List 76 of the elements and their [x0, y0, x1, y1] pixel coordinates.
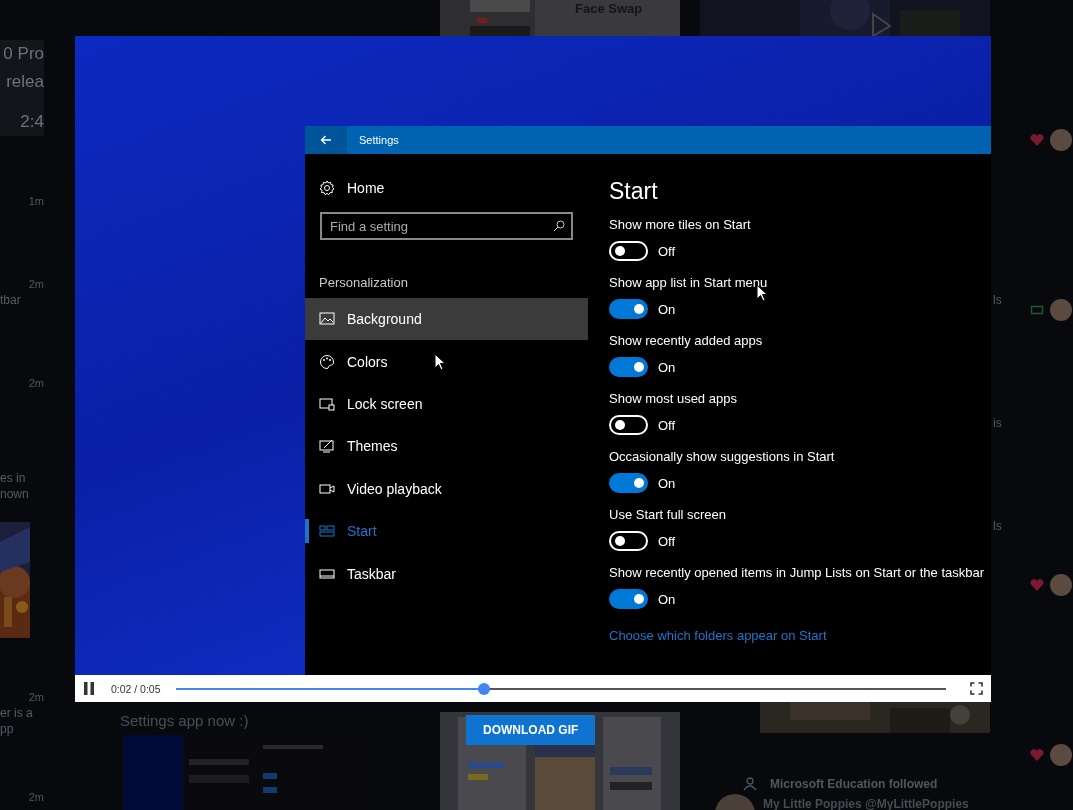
- post-text: Settings app now :): [120, 712, 250, 730]
- toggle-switch[interactable]: [609, 357, 648, 377]
- person-icon: [743, 777, 757, 791]
- setting-label: Occasionally show suggestions in Start: [609, 449, 836, 465]
- search-icon: [553, 220, 565, 232]
- avatar: [715, 794, 755, 810]
- heart-icon: [1030, 749, 1044, 761]
- avatar: [1050, 574, 1072, 596]
- setting-label: Show app list in Start menu: [609, 275, 769, 291]
- home-link[interactable]: Home: [319, 180, 385, 196]
- post-text: es in: [0, 470, 27, 486]
- folders-link[interactable]: Choose which folders appear on Start: [609, 628, 991, 643]
- pause-button[interactable]: [83, 681, 97, 696]
- avatar: [1050, 744, 1072, 766]
- themes-icon: [319, 438, 335, 455]
- gear-icon: [319, 180, 335, 196]
- post-text: pp: [0, 721, 15, 737]
- nav-item[interactable]: Lock screen: [305, 382, 588, 426]
- download-gif-button[interactable]: DOWNLOAD GIF: [466, 715, 596, 745]
- nav-item[interactable]: Video playback: [305, 467, 588, 510]
- palette-icon: [319, 353, 335, 370]
- section-heading: Personalization: [319, 275, 409, 291]
- news-card[interactable]: 0 Pro relea 2:4: [0, 40, 44, 136]
- post-text: er is a: [0, 705, 34, 721]
- setting-label: Show recently opened items in Jump Lists on Start or the taskbar: [609, 565, 986, 581]
- headline-text: relea: [6, 71, 44, 93]
- post-text: is: [992, 415, 1003, 431]
- nav-item[interactable]: Themes: [305, 425, 588, 468]
- window-title: Settings: [359, 134, 399, 146]
- tiles-icon: [319, 523, 335, 540]
- back-arrow-icon: [320, 135, 332, 145]
- follow-notice: Microsoft Education followed: [770, 777, 938, 791]
- repost-icon: [1030, 304, 1044, 316]
- post-text: ls: [992, 518, 1003, 534]
- playback-time: 0:02 / 0:05: [110, 682, 161, 695]
- setting-label: Show recently added apps: [609, 333, 764, 349]
- cursor-icon: [434, 353, 446, 371]
- nav-item[interactable]: Start: [305, 509, 588, 553]
- page-title: Start: [609, 177, 659, 205]
- toggle-state: On: [658, 359, 676, 375]
- nav-item[interactable]: Taskbar: [305, 552, 588, 595]
- timestamp: 2m: [27, 376, 44, 391]
- heart-icon: [1030, 579, 1044, 591]
- lock-screen-icon: [319, 395, 335, 412]
- timestamp: 2m: [27, 277, 44, 292]
- timestamp: 2m: [27, 690, 44, 705]
- toggle-switch[interactable]: [609, 473, 648, 493]
- toggle-state: Off: [658, 533, 676, 549]
- toggle-switch[interactable]: [609, 589, 648, 609]
- post-text: ls: [992, 292, 1003, 308]
- fullscreen-button[interactable]: [970, 682, 983, 695]
- toggle-state: On: [658, 591, 676, 607]
- toggle-state: On: [658, 301, 676, 317]
- setting-label: Use Start full screen: [609, 507, 728, 523]
- heart-icon: [1030, 134, 1044, 146]
- post-text: tbar: [0, 292, 22, 308]
- search-field[interactable]: Find a setting: [320, 212, 573, 240]
- nav-item[interactable]: Background: [305, 298, 588, 341]
- back-button[interactable]: [305, 126, 347, 154]
- setting-label: Show most used apps: [609, 391, 738, 407]
- toggle-state: On: [658, 475, 676, 491]
- timestamp: 1m: [27, 194, 44, 209]
- picture-icon: [319, 311, 335, 328]
- toggle-state: Off: [658, 243, 676, 259]
- avatar: [1050, 299, 1072, 321]
- toggle-switch[interactable]: [609, 299, 648, 319]
- setting-label: Show more tiles on Start: [609, 217, 752, 233]
- timestamp: 2:4: [20, 111, 44, 133]
- avatar: [1050, 129, 1072, 151]
- account-name: My Little Poppies @MyLittlePoppies: [763, 797, 969, 810]
- post-text: nown: [0, 486, 30, 502]
- seek-thumb[interactable]: [477, 682, 490, 695]
- headline-text: 0 Pro: [3, 43, 44, 65]
- toggle-state: Off: [658, 417, 676, 433]
- timestamp: 2m: [27, 790, 44, 805]
- nav-item[interactable]: Colors: [305, 340, 588, 383]
